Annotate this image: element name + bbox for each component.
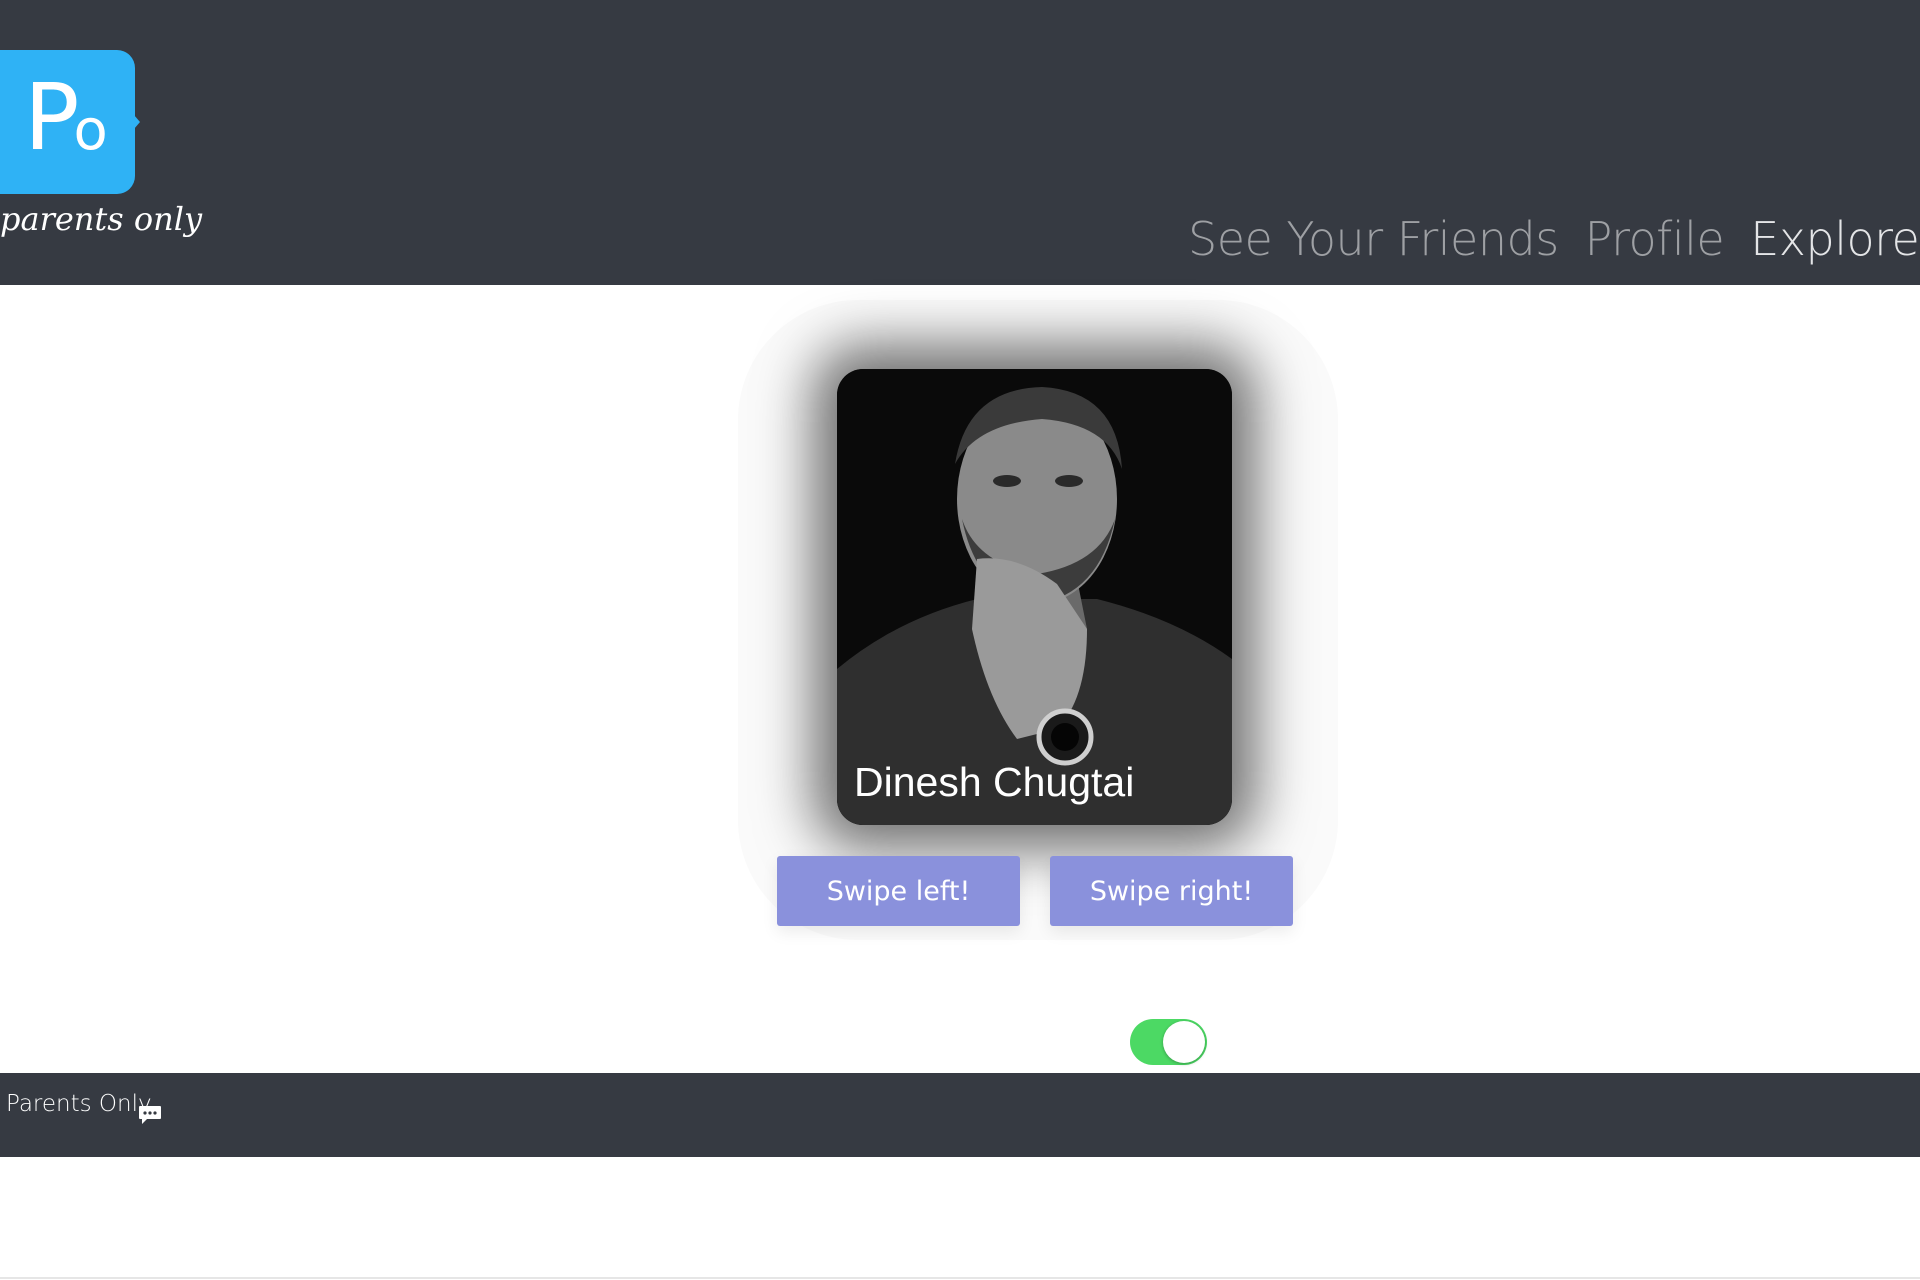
nav-see-your-friends[interactable]: See Your Friends [1188,212,1559,266]
profile-name: Dinesh Chugtai [854,759,1135,805]
footer-text: Parents Only [6,1091,152,1117]
footer: Parents Only [0,1073,1920,1157]
page-divider [0,1277,1920,1279]
profile-photo [837,369,1232,825]
nav-profile[interactable]: Profile [1585,212,1725,266]
top-header: Po parents only See Your Friends Profile… [0,0,1920,285]
swipe-right-button[interactable]: Swipe right! [1050,856,1293,926]
toggle-knob [1163,1021,1205,1063]
swipe-left-button[interactable]: Swipe left! [777,856,1020,926]
main-nav: See Your Friends Profile Explore Parents [1188,212,1920,266]
nav-clip: See Your Friends Profile Explore Parents [0,0,1920,285]
toggle-switch[interactable] [1130,1019,1207,1065]
profile-card[interactable]: Dinesh Chugtai [837,369,1232,825]
nav-explore-parents[interactable]: Explore Parents [1750,212,1920,266]
chat-bubble-icon[interactable] [138,1105,162,1125]
